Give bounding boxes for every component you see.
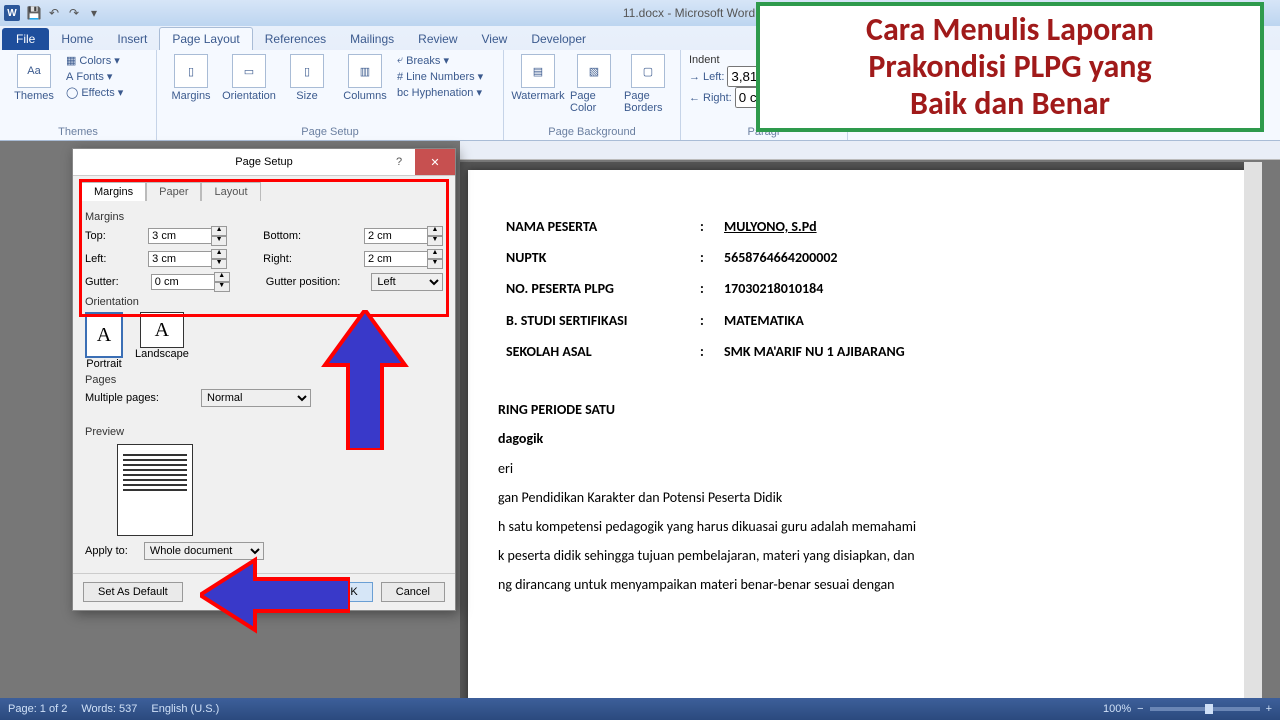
orientation-icon: ▭ [232,54,266,88]
status-lang[interactable]: English (U.S.) [151,703,219,715]
status-bar: Page: 1 of 2 Words: 537 English (U.S.) 1… [0,698,1280,720]
page: NAMA PESERTA:MULYONO, S.Pd NUPTK:5658764… [468,170,1262,698]
gutter-position-select[interactable]: Left [371,273,443,291]
dialog-tab-paper[interactable]: Paper [146,182,201,201]
margin-right-input[interactable] [364,251,428,267]
redo-icon[interactable]: ↷ [66,5,82,21]
page-borders-icon: ▢ [631,54,665,88]
info-table: NAMA PESERTA:MULYONO, S.Pd NUPTK:5658764… [498,210,913,368]
theme-colors[interactable]: ▦ Colors ▾ [66,54,123,67]
orientation-section-label: Orientation [85,296,443,308]
margin-top-input[interactable] [148,228,212,244]
margin-bottom-input[interactable] [364,228,428,244]
quick-access-toolbar: 💾 ↶ ↷ ▾ [26,5,102,21]
zoom-value[interactable]: 100% [1103,703,1131,715]
watermark-button[interactable]: ▤Watermark [512,54,564,102]
vertical-scrollbar[interactable] [1244,162,1262,698]
arrow-left-annotation [200,555,350,635]
page-color-button[interactable]: ▧Page Color [570,54,618,114]
themes-button[interactable]: AaThemes [8,54,60,102]
zoom-controls: 100% − + [1103,703,1272,715]
overlay-title-box: Cara Menulis Laporan Prakondisi PLPG yan… [756,2,1264,132]
dialog-tab-layout[interactable]: Layout [201,182,260,201]
status-page[interactable]: Page: 1 of 2 [8,703,67,715]
doc-heading: RING PERIODE SATU [498,397,1258,422]
tab-review[interactable]: Review [406,28,469,50]
tab-developer[interactable]: Developer [519,28,598,50]
ruler[interactable] [460,141,1280,160]
orientation-landscape[interactable]: ALandscape [135,312,189,370]
tab-mailings[interactable]: Mailings [338,28,406,50]
close-icon[interactable]: ✕ [415,149,455,175]
undo-icon[interactable]: ↶ [46,5,62,21]
dialog-help-icon[interactable]: ? [387,149,411,175]
margins-icon: ▯ [174,54,208,88]
tab-references[interactable]: References [253,28,338,50]
margins-section-label: Margins [85,211,443,223]
line-numbers-button[interactable]: # Line Numbers ▾ [397,70,483,83]
watermark-icon: ▤ [521,54,555,88]
cancel-button[interactable]: Cancel [381,582,445,602]
margins-button[interactable]: ▯Margins [165,54,217,102]
page-borders-button[interactable]: ▢Page Borders [624,54,672,114]
dialog-title: Page Setup [235,156,293,168]
dialog-tab-margins[interactable]: Margins [81,182,146,201]
save-icon[interactable]: 💾 [26,5,42,21]
word-icon: W [4,5,20,21]
themes-icon: Aa [17,54,51,88]
tab-insert[interactable]: Insert [105,28,159,50]
theme-fonts[interactable]: A Fonts ▾ [66,70,123,83]
gutter-input[interactable] [151,274,215,290]
dialog-titlebar[interactable]: Page Setup ? ✕ [73,149,455,176]
group-pagebg-label: Page Background [512,126,672,138]
status-words[interactable]: Words: 537 [81,703,137,715]
tab-home[interactable]: Home [49,28,105,50]
arrow-up-annotation [320,310,410,450]
tab-file[interactable]: File [2,28,49,50]
hyphenation-button[interactable]: bc Hyphenation ▾ [397,86,483,99]
multiple-pages-select[interactable]: Normal [201,389,311,407]
document-area: NAMA PESERTA:MULYONO, S.Pd NUPTK:5658764… [460,162,1262,698]
page-color-icon: ▧ [577,54,611,88]
columns-button[interactable]: ▥Columns [339,54,391,102]
zoom-out-icon[interactable]: − [1137,703,1143,715]
size-button[interactable]: ▯Size [281,54,333,102]
size-icon: ▯ [290,54,324,88]
qat-more-icon[interactable]: ▾ [86,5,102,21]
orientation-portrait[interactable]: APortrait [85,312,123,370]
orientation-button[interactable]: ▭Orientation [223,54,275,102]
set-default-button[interactable]: Set As Default [83,582,183,602]
zoom-in-icon[interactable]: + [1266,703,1272,715]
group-themes-label: Themes [8,126,148,138]
tab-view[interactable]: View [470,28,520,50]
margin-preview [117,444,193,536]
margin-left-input[interactable] [148,251,212,267]
group-pagesetup-label: Page Setup [165,126,495,138]
tab-page-layout[interactable]: Page Layout [159,27,252,50]
breaks-button[interactable]: ⤶ Breaks ▾ [397,54,483,67]
theme-effects[interactable]: ◯ Effects ▾ [66,86,123,99]
columns-icon: ▥ [348,54,382,88]
zoom-slider[interactable] [1150,707,1260,711]
